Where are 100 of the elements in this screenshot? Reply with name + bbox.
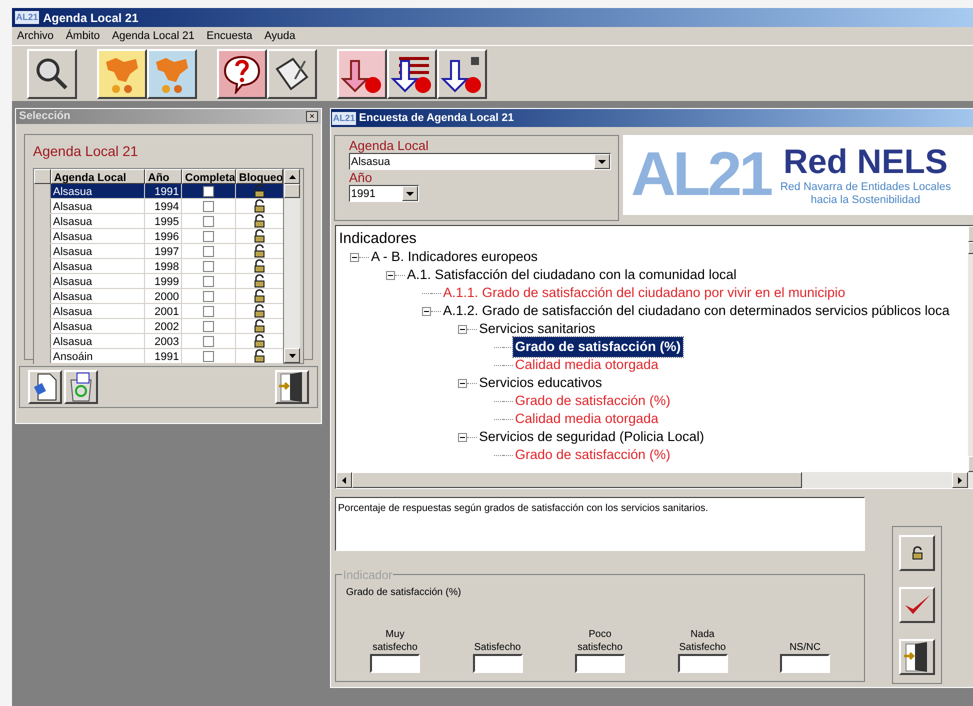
table-row[interactable]: Alsasua 1998 [34,259,283,274]
tree-item[interactable]: Grado de satisfacción (%) [513,336,683,358]
stop-lines-button[interactable] [387,48,437,98]
input-field[interactable] [780,654,830,673]
checkbox[interactable] [203,246,214,256]
minus-icon [388,274,393,276]
year-dropdown[interactable]: 1991 [349,185,419,202]
padlock-open-icon [254,229,265,243]
recycle-bin-button[interactable] [64,370,98,404]
table-cell: 1999 [145,274,182,288]
tree-item[interactable]: A.1.1. Grado de satisfacción del ciudadano por vivir en el municipio [441,282,848,304]
padlock-open-icon [254,319,265,333]
vertical-scrollbar[interactable] [283,169,300,363]
table-row[interactable]: Alsasua 1995 [34,214,283,229]
scroll-left-button[interactable] [336,472,352,488]
dropdown-button[interactable] [594,154,610,169]
tree-item[interactable]: Calidad media otorgada [513,354,660,376]
tree-item[interactable]: A.1.2. Grado de satisfacción del ciudadano con determinados servicios públicos loca [441,300,952,322]
stop-lock-button[interactable] [437,48,487,98]
table-cell: 1991 [145,184,182,198]
menu-item[interactable]: Encuesta [206,28,252,44]
tree-item[interactable]: Servicios educativos [477,372,604,394]
row-header[interactable] [34,349,51,363]
collapse-toggle[interactable] [350,252,359,262]
collapse-toggle[interactable] [458,378,467,388]
table-row[interactable]: Alsasua 1996 [34,229,283,244]
column-header: Completa [182,169,236,184]
tree-item[interactable]: Servicios sanitarios [477,318,598,340]
table-cell: 2002 [145,319,182,333]
input-field[interactable] [678,654,728,673]
menu-item[interactable]: Archivo [17,28,54,44]
map-button[interactable] [97,48,147,98]
scroll-right-button[interactable] [952,472,968,488]
padlock-open-icon [254,214,265,228]
scroll-up-button[interactable] [284,169,300,184]
collapse-toggle[interactable] [458,432,467,442]
table-row[interactable]: Alsasua 1991 [34,184,283,199]
tree-item[interactable]: Servicios de seguridad (Policia Local) [477,426,706,448]
document-button[interactable] [28,370,62,404]
collapse-toggle[interactable] [458,324,467,334]
checkbox[interactable] [203,230,214,242]
table-row[interactable]: Alsasua 2002 [34,319,283,334]
exit-button[interactable] [275,370,309,404]
table-row[interactable]: Alsasua 2003 [34,334,283,349]
scroll-thumb[interactable] [284,184,300,198]
table-row[interactable]: Alsasua 1994 [34,199,283,214]
checkbox[interactable] [203,306,214,316]
checkbox[interactable] [203,336,214,346]
table-row[interactable]: Alsasua 2000 [34,289,283,304]
agenda-dropdown[interactable]: Alsasua [349,153,611,170]
checkbox[interactable] [203,276,214,286]
table-cell: Alsasua [51,259,145,273]
input-field[interactable] [472,654,522,673]
table-cell: 1998 [145,259,182,273]
scroll-thumb[interactable] [352,472,802,488]
checkbox[interactable] [203,350,214,362]
collapse-toggle[interactable] [386,270,395,280]
field-label: Muy satisfecho [371,628,419,654]
table-cell: 1991 [145,349,182,363]
row-header[interactable] [34,184,51,198]
tree-item[interactable]: A.1. Satisfacción del ciudadano con la comunidad local [405,264,738,286]
checkbox[interactable] [203,200,214,212]
input-field[interactable] [575,654,625,673]
collapse-toggle[interactable] [422,306,431,316]
stop-button[interactable] [337,48,387,98]
close-button[interactable]: × [306,111,318,122]
tree-item[interactable]: Grado de satisfacción (%) [513,390,672,412]
table-row[interactable]: Alsasua 1997 [34,244,283,259]
exit-button[interactable] [899,639,935,675]
left-arrow-icon [342,476,346,484]
checkbox[interactable] [203,290,214,302]
dropdown-button[interactable] [402,186,418,201]
padlock-open-icon [254,304,265,318]
map-button[interactable] [147,48,197,98]
table-row[interactable]: Alsasua 1999 [34,274,283,289]
confirm-button[interactable] [899,587,935,623]
table-row[interactable]: Ansoáin 1991 [34,349,283,364]
checkbox[interactable] [203,216,214,226]
input-field[interactable] [370,654,420,673]
caret-icon [598,160,606,164]
horizontal-scrollbar[interactable] [336,472,973,488]
menu-item[interactable]: Ayuda [264,28,296,44]
table-cell: 1995 [145,214,182,228]
table-cell: Alsasua [51,199,145,213]
tree-item[interactable]: A - B. Indicadores europeos [369,246,540,268]
clipboard-button[interactable] [267,48,317,98]
checkbox[interactable] [203,260,214,272]
menu-item[interactable]: Ámbito [66,28,100,44]
table-cell: Alsasua [51,274,145,288]
tree-item[interactable]: Grado de satisfacción (%) [513,444,672,466]
table-row[interactable]: Alsasua 2001 [34,304,283,319]
checkbox[interactable] [203,186,214,196]
menu-item[interactable]: Agenda Local 21 [112,28,195,44]
search-button[interactable] [27,48,77,98]
scroll-down-button[interactable] [284,348,300,363]
tree-item[interactable]: Calidad media otorgada [513,408,660,430]
table-cell: Alsasua [51,229,145,243]
unlock-button[interactable] [899,535,935,571]
help-button[interactable] [217,48,267,98]
checkbox[interactable] [203,320,214,332]
